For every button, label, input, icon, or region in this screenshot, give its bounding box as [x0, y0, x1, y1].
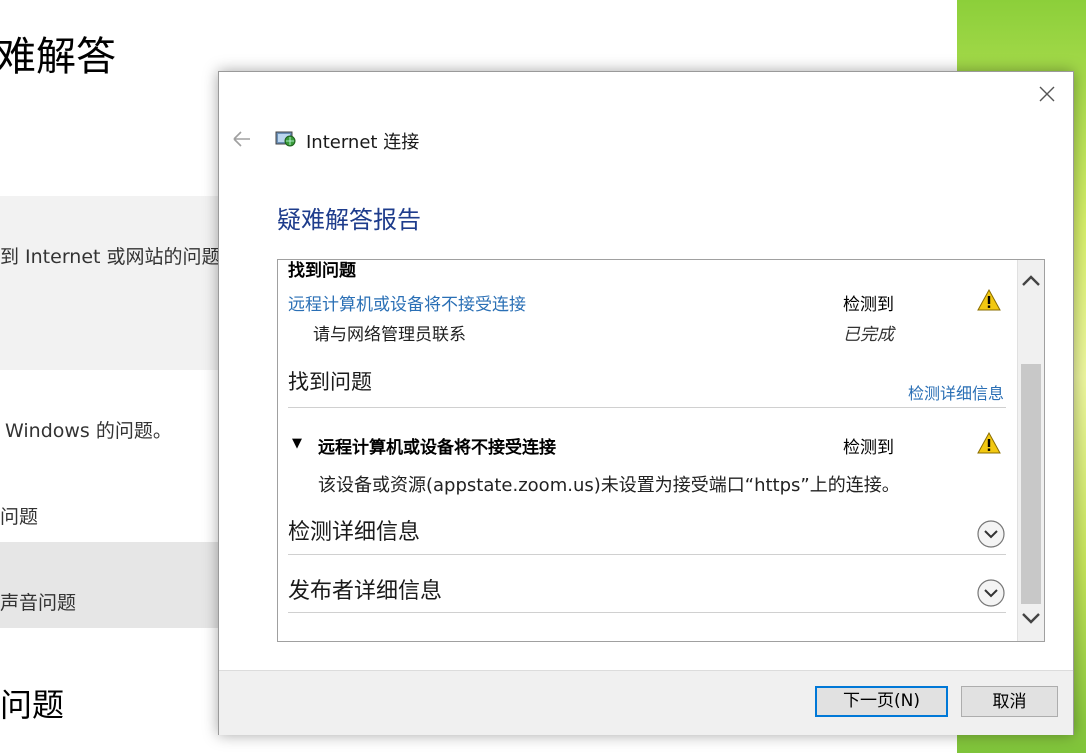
background-item-problem[interactable]: 问题: [0, 502, 38, 529]
problem-status: 检测到: [843, 295, 894, 315]
background-item-sound[interactable]: 声音问题: [0, 588, 76, 615]
close-icon[interactable]: [1035, 82, 1059, 106]
resolution-status: 已完成: [843, 325, 894, 345]
section-publisher-details[interactable]: 发布者详细信息: [288, 573, 442, 605]
background-item-card[interactable]: [0, 196, 240, 370]
warning-icon: [977, 288, 1001, 311]
chevron-down-circle-icon[interactable]: [976, 578, 1006, 608]
cancel-button[interactable]: 取消: [961, 686, 1058, 717]
chevron-down-circle-icon[interactable]: [976, 519, 1006, 549]
background-item-windows[interactable]: Windows 的问题。: [5, 416, 172, 443]
background-section-heading: 问题: [0, 686, 65, 724]
background-item-card-selected[interactable]: [0, 542, 240, 628]
report-content: 找到问题 远程计算机或设备将不接受连接 检测到 请与网络管理员联系 已完成 找到…: [278, 260, 1016, 641]
found-problems-label: 找到问题: [288, 261, 356, 281]
warning-icon: [977, 431, 1001, 454]
found-problems-heading: 找到问题: [288, 370, 372, 394]
report-title: 疑难解答报告: [277, 206, 421, 234]
background-item-internet[interactable]: 到 Internet 或网站的问题: [0, 242, 221, 269]
resolution-action: 请与网络管理员联系: [313, 325, 466, 345]
app-title: Internet 连接: [306, 132, 420, 153]
divider: [288, 407, 1006, 408]
scrollbar-thumb[interactable]: [1021, 364, 1041, 604]
troubleshooter-dialog: Internet 连接 疑难解答报告 找到问题 远程计算机或设备将不接受连接 检…: [218, 71, 1074, 735]
expand-triangle-icon[interactable]: ▼: [292, 436, 302, 451]
problem-status: 检测到: [843, 438, 894, 458]
detection-details-link[interactable]: 检测详细信息: [908, 380, 1004, 404]
divider: [288, 612, 1006, 613]
divider: [288, 554, 1006, 555]
section-detection-details[interactable]: 检测详细信息: [288, 514, 420, 546]
scroll-up-icon[interactable]: [1018, 268, 1044, 294]
problem-description: 该设备或资源(appstate.zoom.us)未设置为接受端口“https”上…: [318, 475, 900, 496]
next-button[interactable]: 下一页(N): [815, 686, 948, 717]
background-page-title: 难解答: [0, 34, 116, 80]
back-arrow-icon[interactable]: [231, 128, 253, 150]
scroll-down-icon[interactable]: [1018, 605, 1044, 631]
report-panel: 找到问题 远程计算机或设备将不接受连接 检测到 请与网络管理员联系 已完成 找到…: [277, 259, 1045, 642]
problem-link[interactable]: 远程计算机或设备将不接受连接: [288, 290, 526, 315]
problem-title[interactable]: 远程计算机或设备将不接受连接: [318, 433, 556, 458]
dialog-footer: 下一页(N) 取消: [219, 670, 1073, 735]
vertical-scrollbar[interactable]: [1017, 260, 1044, 641]
network-icon: [275, 131, 296, 147]
